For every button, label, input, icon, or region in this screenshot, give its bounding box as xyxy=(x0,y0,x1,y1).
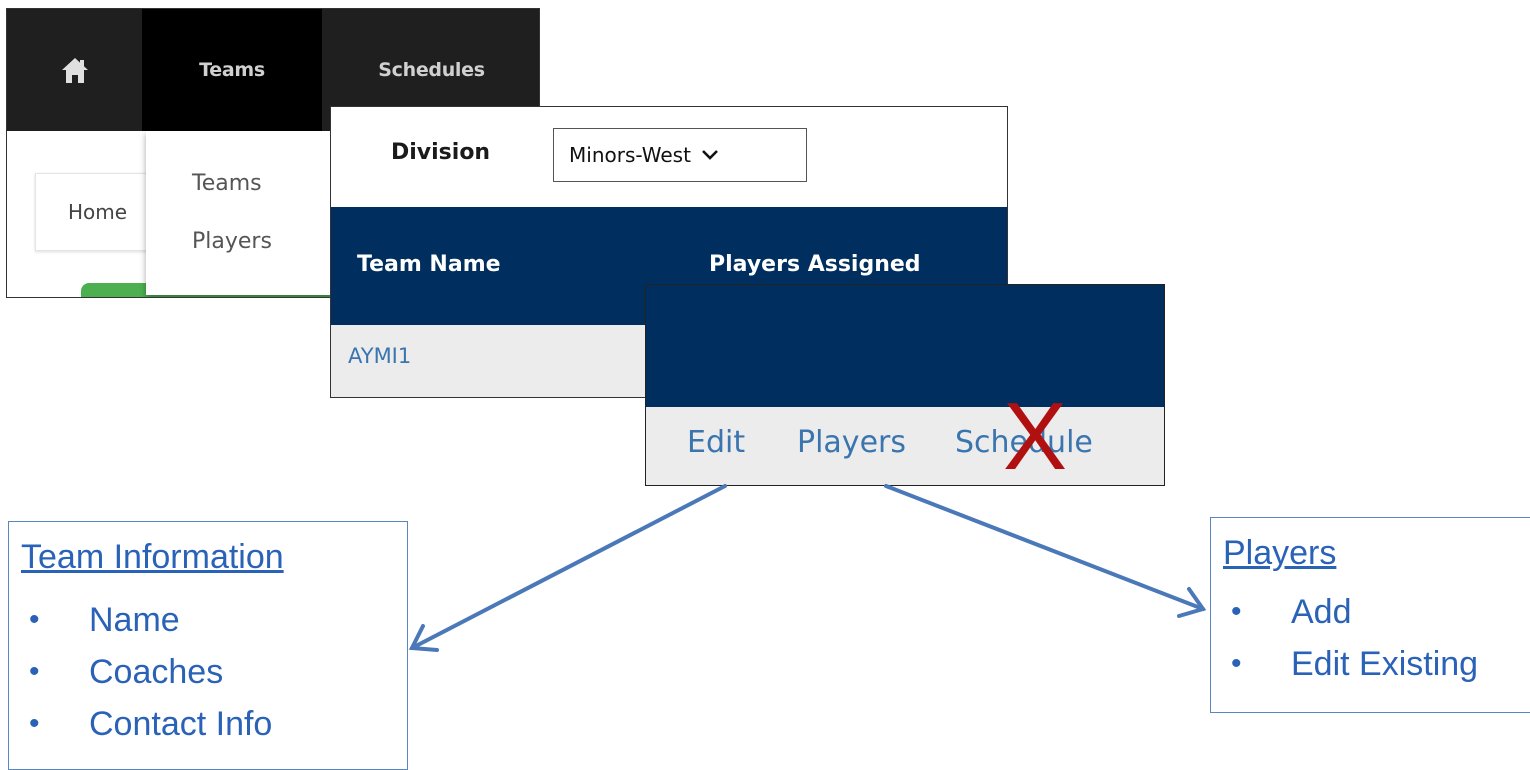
team-actions-panel: Edit Players Schedule X xyxy=(645,284,1165,486)
nav-teams-menu[interactable]: Teams xyxy=(142,9,322,131)
breadcrumb-label: Home xyxy=(68,200,128,224)
arrow-edit-to-team-info xyxy=(410,484,727,650)
team-information-title: Team Information xyxy=(21,538,284,576)
nav-schedules-label: Schedules xyxy=(378,59,485,81)
bullet-icon: • xyxy=(1231,647,1242,680)
team-information-list: • Name • Coaches • Contact Info xyxy=(21,594,272,750)
column-header-players-assigned: Players Assigned xyxy=(709,252,921,277)
team-name-link[interactable]: AYMI1 xyxy=(348,344,411,368)
team-information-callout: Team Information • Name • Coaches • Contact… xyxy=(8,521,408,770)
division-select-value: Minors-West xyxy=(569,143,691,167)
chevron-down-icon xyxy=(702,150,718,160)
column-header-team-name: Team Name xyxy=(357,252,501,277)
actions-header xyxy=(646,285,1164,407)
list-item: • Coaches xyxy=(21,646,272,698)
list-item-label: Name xyxy=(89,601,180,639)
division-label: Division xyxy=(391,140,491,165)
list-item-label: Coaches xyxy=(89,653,224,691)
home-icon xyxy=(61,58,88,83)
list-item: • Edit Existing xyxy=(1223,638,1478,690)
players-list: • Add • Edit Existing xyxy=(1223,586,1478,690)
list-item-label: Edit Existing xyxy=(1291,645,1479,683)
dropdown-item-players[interactable]: Players xyxy=(192,229,272,254)
players-callout: Players • Add • Edit Existing xyxy=(1210,517,1530,713)
arrow-players-to-players-box xyxy=(884,484,1205,611)
edit-link[interactable]: Edit xyxy=(687,425,745,460)
arrowhead-players-box xyxy=(1177,587,1207,618)
players-link[interactable]: Players xyxy=(797,425,906,460)
nav-home-button[interactable] xyxy=(7,9,142,131)
list-item-label: Contact Info xyxy=(89,705,273,743)
list-item: • Name xyxy=(21,594,272,646)
arrowhead-team-info xyxy=(408,624,439,652)
breadcrumb[interactable]: Home xyxy=(35,173,155,251)
nav-teams-label: Teams xyxy=(199,59,265,81)
bullet-icon: • xyxy=(29,655,40,688)
list-item-label: Add xyxy=(1291,593,1352,631)
players-title: Players xyxy=(1223,534,1337,572)
division-select[interactable]: Minors-West xyxy=(553,128,807,182)
list-item: • Contact Info xyxy=(21,698,272,750)
bullet-icon: • xyxy=(1231,595,1242,628)
dropdown-item-teams[interactable]: Teams xyxy=(192,171,262,196)
crossed-out-mark: X xyxy=(1003,383,1068,486)
bullet-icon: • xyxy=(29,603,40,636)
bullet-icon: • xyxy=(29,707,40,740)
list-item: • Add xyxy=(1223,586,1478,638)
teams-dropdown-menu: Teams Players xyxy=(146,131,346,295)
